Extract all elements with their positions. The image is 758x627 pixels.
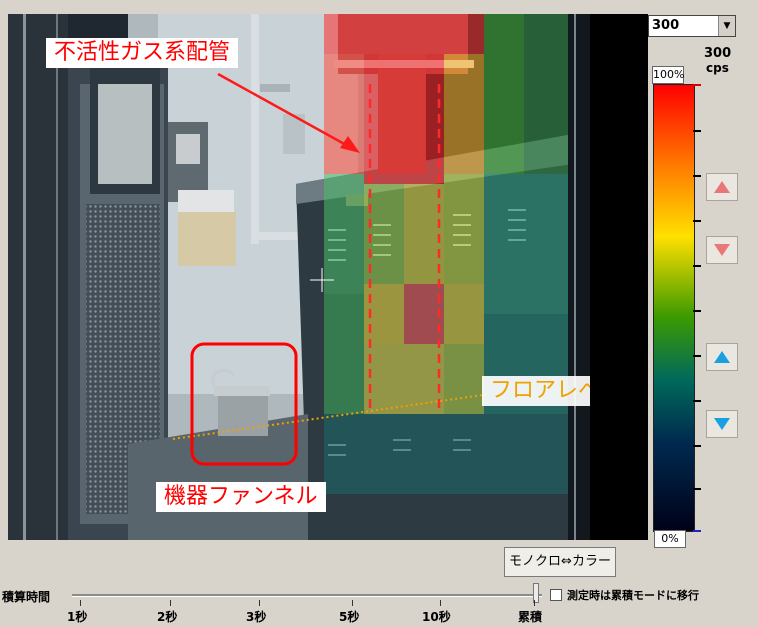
chevron-down-icon[interactable]: ▼ [718, 16, 735, 36]
scale-unit: cps [706, 61, 729, 75]
triangle-down-icon [714, 244, 730, 256]
range-select-value: 300 [652, 18, 680, 33]
scale-tick [693, 355, 701, 357]
accumulate-mode-checkbox[interactable] [550, 589, 562, 601]
slider-tick [170, 600, 171, 606]
triangle-down-icon [714, 418, 730, 430]
scale-tick [693, 175, 701, 177]
slider-tick [80, 600, 81, 606]
triangle-up-icon [714, 181, 730, 193]
scale-max-value: 300 [704, 46, 732, 61]
scale-tick [693, 400, 701, 402]
scale-up-red-button[interactable] [706, 173, 738, 201]
triangle-up-icon [714, 351, 730, 363]
time-tick-label: 累積 [518, 610, 543, 624]
scale-bottom-percent: 0% [654, 530, 686, 548]
scale-tick [693, 220, 701, 222]
scale-up-blue-button[interactable] [706, 343, 738, 371]
mono-color-toggle-button[interactable]: モノクロ⇔カラー [504, 547, 616, 577]
scale-top-percent: 100% [652, 66, 684, 84]
scale-tick [693, 310, 701, 312]
time-tick-label: 1秒 [67, 610, 88, 624]
scale-tick [693, 530, 701, 532]
slider-tick [440, 600, 441, 606]
time-tick-label: 3秒 [246, 610, 267, 624]
funnel-annotation-label: 機器ファンネル [156, 482, 326, 512]
scale-tick [693, 265, 701, 267]
floor-annotation-label: フロアレベル [482, 376, 590, 406]
scale-tick [693, 445, 701, 447]
time-tick-label: 2秒 [157, 610, 178, 624]
time-tick-label: 10秒 [422, 610, 451, 624]
scale-tick [693, 130, 701, 132]
scale-down-blue-button[interactable] [706, 410, 738, 438]
scene-image [8, 14, 590, 540]
scale-down-red-button[interactable] [706, 236, 738, 264]
color-scale-bar [653, 84, 695, 532]
accumulation-time-label: 積算時間 [2, 590, 51, 604]
range-select[interactable]: 300 ▼ [648, 15, 736, 37]
slider-tick [259, 600, 260, 606]
pipe-annotation-label: 不活性ガス系配管 [46, 38, 239, 68]
scale-tick [693, 84, 701, 86]
time-tick-label: 5秒 [339, 610, 360, 624]
slider-tick [352, 600, 353, 606]
accumulation-slider-track[interactable] [72, 594, 542, 597]
camera-heatmap-view: 不活性ガス系配管 フロアレベル 機器ファンネル [8, 14, 590, 540]
scale-tick [693, 488, 701, 490]
accumulate-mode-checkbox-label: 測定時は累積モードに移行 [567, 589, 699, 602]
slider-tick [534, 600, 535, 606]
view-border-strip [590, 14, 648, 540]
